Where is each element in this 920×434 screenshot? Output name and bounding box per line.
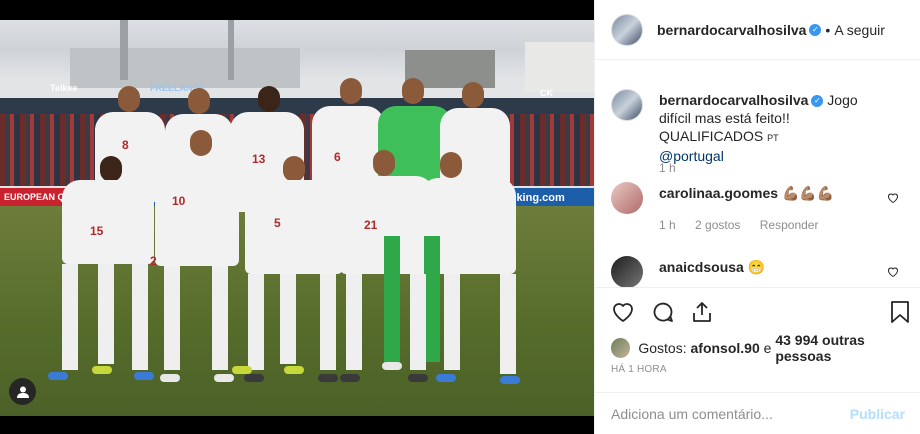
reply-button[interactable]: Responder <box>760 218 819 232</box>
author-avatar[interactable] <box>611 13 643 46</box>
likes-prefix: Gostos: <box>638 340 687 356</box>
commenter-avatar[interactable] <box>611 256 643 287</box>
verified-icon: ✓ <box>811 95 824 108</box>
heart-icon[interactable] <box>611 300 635 324</box>
shirt-number: 21 <box>364 218 378 232</box>
flag-text: PT <box>767 133 779 143</box>
shirt-number: 15 <box>90 224 104 238</box>
liker-username[interactable]: afonsol.90 <box>691 340 760 356</box>
comment-like-icon[interactable] <box>887 192 899 204</box>
shirt-number: 5 <box>274 216 281 230</box>
follow-button[interactable]: A seguir <box>834 22 885 38</box>
comment-input[interactable] <box>611 405 850 422</box>
shirt-number: 2 <box>150 254 157 268</box>
likes-summary: Gostos: afonsol.90 e 43 994 outras pesso… <box>611 332 920 364</box>
comment-icon[interactable] <box>651 300 675 324</box>
comment-username[interactable]: anaicdsousa <box>659 259 744 275</box>
separator: • <box>825 21 831 38</box>
share-icon[interactable] <box>690 300 714 324</box>
post-panel: bernardocarvalhosilva ✓ • A seguir berna… <box>594 0 920 434</box>
shirt-number: 8 <box>122 138 129 152</box>
user-tag-icon[interactable] <box>9 378 36 405</box>
comment-username[interactable]: carolinaa.goomes <box>659 185 778 201</box>
publish-button[interactable]: Publicar <box>850 406 905 422</box>
post-timestamp[interactable]: Há 1 hora <box>611 364 667 375</box>
shirt-number: 10 <box>172 194 186 208</box>
board-left: Telkee <box>50 83 78 93</box>
post-header: bernardocarvalhosilva ✓ • A seguir <box>595 0 920 60</box>
likes-joiner: e <box>763 340 772 356</box>
verified-icon: ✓ <box>809 23 822 36</box>
liker-avatar[interactable] <box>611 338 631 358</box>
caption-time[interactable]: 1 h <box>659 161 676 175</box>
likes-others[interactable]: 43 994 outras pessoas <box>775 332 920 364</box>
comment-text: 😁 <box>747 259 766 275</box>
board-right: CK <box>540 88 553 98</box>
team-photo: Telkee FREELANCE CK EUROPEAN QUALIF ooki… <box>0 20 594 416</box>
caption-username[interactable]: bernardocarvalhosilva <box>659 92 808 108</box>
author-avatar[interactable] <box>611 89 643 121</box>
comment-likes[interactable]: 2 gostos <box>695 218 740 232</box>
bookmark-icon[interactable] <box>889 300 911 324</box>
commenter-avatar[interactable] <box>611 182 643 214</box>
comments-list[interactable]: bernardocarvalhosilva ✓ Jogo difícil mas … <box>595 61 920 287</box>
comment-time[interactable]: 1 h <box>659 218 676 232</box>
post-media[interactable]: Telkee FREELANCE CK EUROPEAN QUALIF ooki… <box>0 0 594 434</box>
comment-like-icon[interactable] <box>887 266 899 278</box>
shirt-number: 13 <box>252 152 266 166</box>
action-bar <box>595 287 920 336</box>
shirt-number: 6 <box>334 150 341 164</box>
comment-text: 💪🏽💪🏽💪🏽 <box>781 185 835 201</box>
add-comment-bar: Publicar <box>595 392 920 434</box>
author-username[interactable]: bernardocarvalhosilva <box>657 22 806 38</box>
